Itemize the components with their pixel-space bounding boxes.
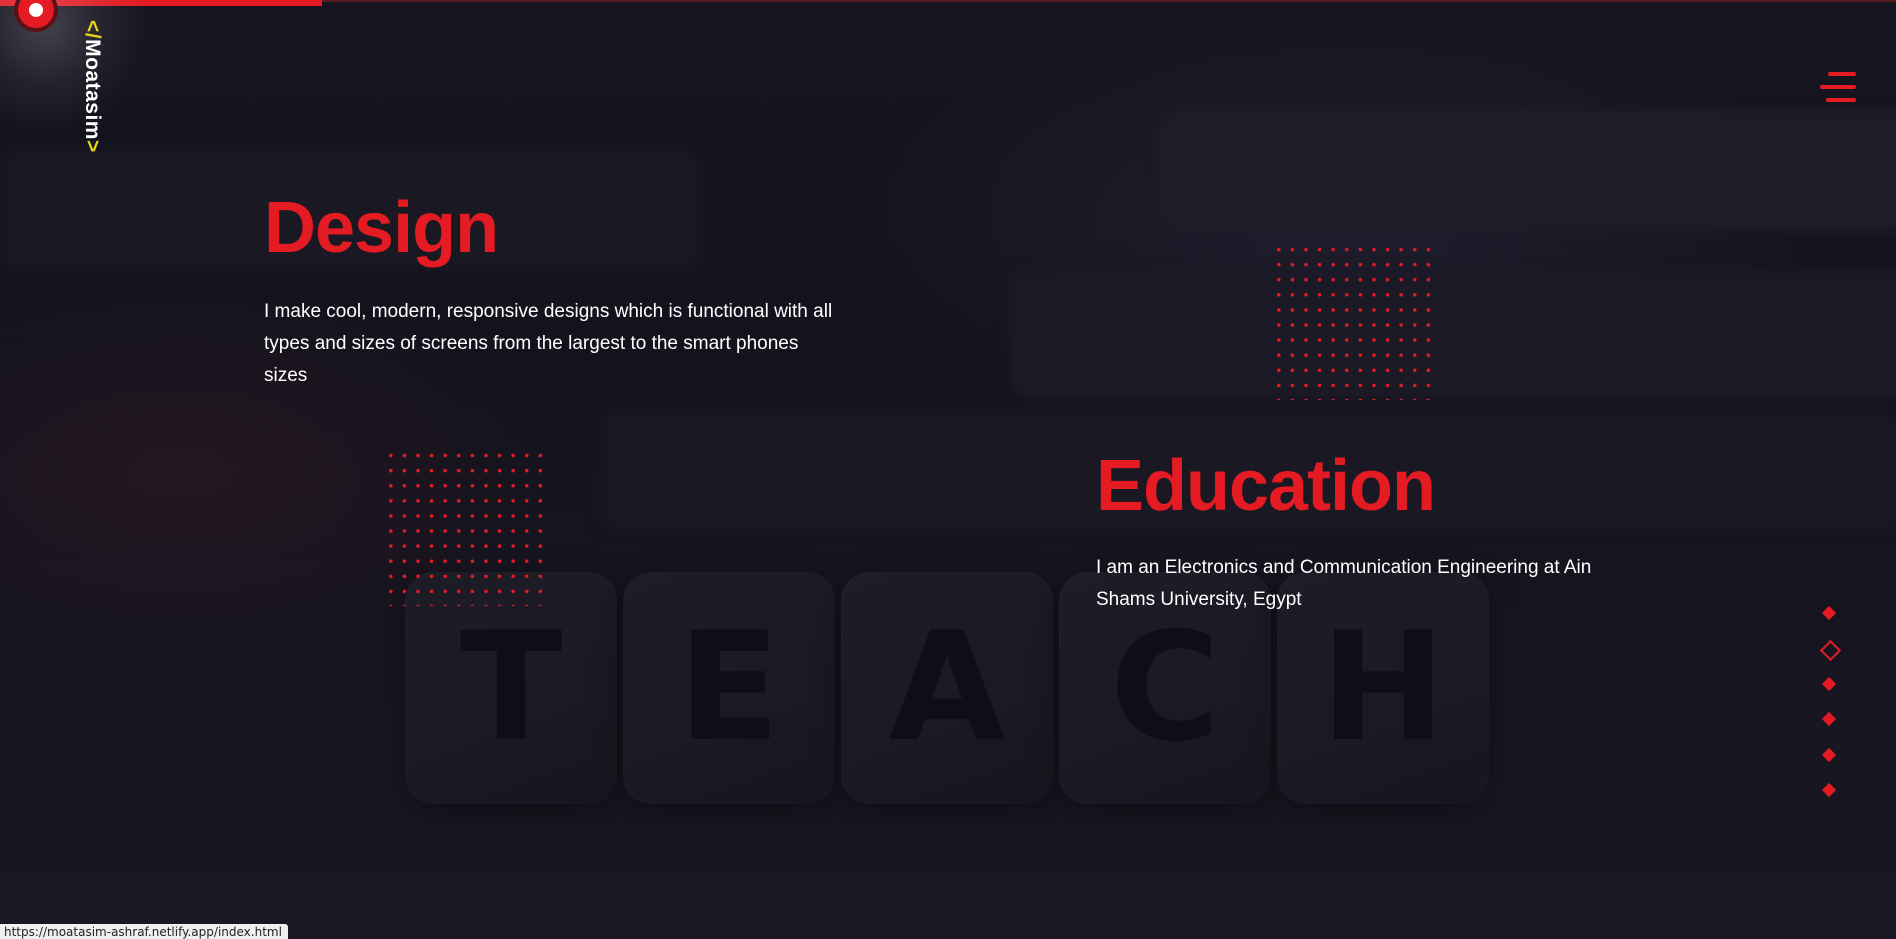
- hamburger-menu-icon[interactable]: [1820, 72, 1860, 104]
- education-description: I am an Electronics and Communication En…: [1096, 557, 1592, 610]
- menu-line: [1828, 72, 1856, 76]
- section-nav-dot[interactable]: [1821, 605, 1837, 621]
- decorative-dot-grid: [1272, 242, 1435, 400]
- menu-line: [1820, 85, 1856, 89]
- decorative-dot-grid: [384, 448, 547, 606]
- design-heading: Design: [264, 188, 499, 268]
- background-book-band: [1160, 110, 1896, 230]
- letter-die: T: [405, 572, 617, 804]
- cursor-dot: [29, 3, 43, 17]
- letter-die: A: [841, 572, 1053, 804]
- logo-text: </Moatasim>: [80, 20, 104, 153]
- browser-status-url: https://moatasim-ashraf.netlify.app/inde…: [0, 924, 288, 939]
- menu-line: [1826, 98, 1856, 102]
- section-nav-dot[interactable]: [1819, 640, 1842, 662]
- education-heading: Education: [1096, 446, 1436, 526]
- section-nav: [1819, 605, 1842, 808]
- logo-name: Moatasim: [81, 39, 104, 140]
- section-nav-dot[interactable]: [1821, 712, 1837, 727]
- site-logo[interactable]: </Moatasim>: [80, 20, 106, 160]
- letter-die: E: [623, 572, 835, 804]
- section-nav-dot[interactable]: [1821, 782, 1837, 798]
- page: T E A C H </Moatasim> Design I make cool…: [0, 0, 1896, 939]
- design-description: I make cool, modern, responsive designs …: [264, 301, 833, 386]
- logo-open-bracket: </: [81, 20, 104, 40]
- section-nav-dot[interactable]: [1821, 747, 1837, 762]
- section-nav-dot[interactable]: [1821, 676, 1837, 691]
- logo-close-bracket: >: [81, 139, 104, 153]
- background-book-band: [1010, 270, 1896, 400]
